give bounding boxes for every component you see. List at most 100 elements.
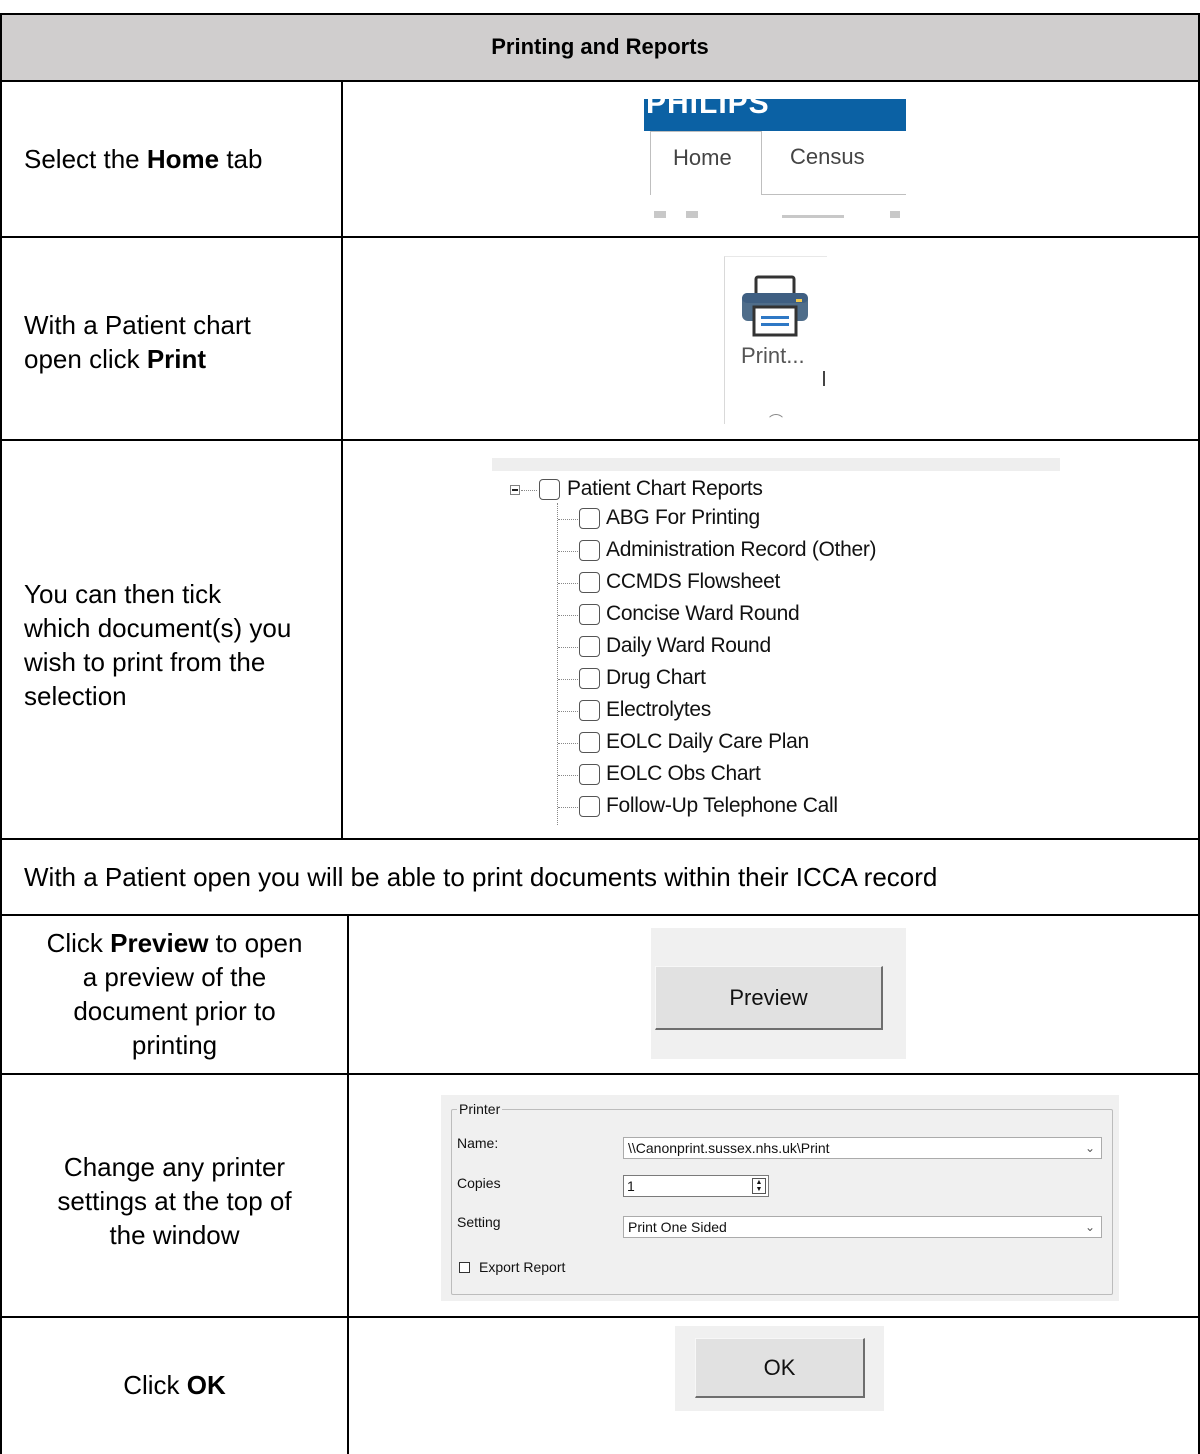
root-checkbox[interactable] [539, 479, 560, 500]
text-line: the window [109, 1220, 240, 1250]
report-item-label: Drug Chart [606, 666, 706, 689]
cursor-mark [823, 371, 825, 386]
report-checkbox[interactable] [579, 668, 600, 689]
name-label: Name: [457, 1135, 499, 1151]
report-checkbox[interactable] [579, 700, 600, 721]
step-printer-text: Change any printer settings at the top o… [2, 1150, 347, 1252]
ribbon-fragment [782, 215, 844, 218]
step-ok-text: Click OK [2, 1368, 347, 1402]
tab-baseline [762, 194, 906, 195]
report-item-label: Administration Record (Other) [606, 538, 877, 561]
tab-home-label: Home [673, 145, 732, 170]
page-title: Printing and Reports [491, 34, 709, 59]
copies-stepper[interactable]: 1 ▲ ▼ [623, 1175, 769, 1197]
brand-logo: PHILIPS [646, 99, 770, 120]
text-line: document prior to [73, 996, 276, 1026]
report-item-label: Daily Ward Round [606, 634, 771, 657]
text-line: With a Patient chart [24, 310, 251, 340]
tree-connector [558, 647, 578, 648]
chevron-down-icon: ⌄ [1084, 1141, 1095, 1155]
tree-connector [558, 583, 578, 584]
divider [0, 439, 1200, 441]
report-checkbox[interactable] [579, 796, 600, 817]
divider [0, 914, 1200, 916]
spin-arrows-icon[interactable]: ▲ ▼ [752, 1178, 766, 1194]
text-line: a preview of the [82, 962, 267, 992]
preview-button[interactable]: Preview [655, 966, 883, 1030]
tree-connector [521, 490, 537, 491]
ribbon-fragment [686, 211, 698, 218]
step-home-tab-text: Select the Home tab [24, 142, 262, 176]
bold-text: Preview [110, 928, 209, 958]
tree-connector [558, 807, 578, 808]
report-item-label: Concise Ward Round [606, 602, 800, 625]
text: open click [24, 344, 147, 374]
divider [0, 838, 1200, 840]
ok-button[interactable]: OK [695, 1338, 865, 1398]
text-line: You can then tick [24, 579, 222, 609]
tree-root-label: Patient Chart Reports [567, 477, 763, 500]
report-checkbox[interactable] [579, 732, 600, 753]
ribbon-fragment [654, 211, 666, 218]
divider [0, 80, 1200, 82]
collapse-icon[interactable] [510, 485, 520, 495]
report-checkbox[interactable] [579, 540, 600, 561]
printer-name-select[interactable]: \\Canonprint.sussex.nhs.uk\Print ⌄ [623, 1137, 1102, 1159]
copies-label: Copies [457, 1175, 501, 1191]
setting-select[interactable]: Print One Sided ⌄ [623, 1216, 1102, 1238]
report-item-label: CCMDS Flowsheet [606, 570, 781, 593]
printer-icon [742, 275, 808, 337]
brand-bar: PHILIPS [644, 99, 906, 131]
tree-connector [558, 519, 578, 520]
tab-census-label: Census [790, 144, 865, 169]
tree-connector [558, 711, 578, 712]
report-checkbox[interactable] [579, 764, 600, 785]
tree-connector [558, 551, 578, 552]
step-print-text: With a Patient chart open click Print [24, 308, 251, 376]
report-item-label: EOLC Obs Chart [606, 762, 761, 785]
printer-group-title: Printer [457, 1101, 503, 1117]
info-text: With a Patient open you will be able to … [24, 862, 938, 892]
step-tick-text: You can then tick which document(s) you … [24, 577, 291, 713]
text: Click [46, 928, 111, 958]
text-line: open click Print [24, 342, 251, 376]
tree-connector [558, 775, 578, 776]
report-item-label: Electrolytes [606, 698, 711, 721]
text-line: wish to print from the [24, 647, 266, 677]
text: Click [123, 1370, 187, 1400]
divider [0, 1073, 1200, 1075]
export-report-checkbox[interactable] [459, 1262, 470, 1273]
divider [347, 914, 349, 1454]
text-line: printing [131, 1030, 218, 1060]
setting-label: Setting [457, 1214, 501, 1230]
bold-text: Home [146, 144, 220, 174]
report-item-label: Follow-Up Telephone Call [606, 794, 838, 817]
bold-text: Print [146, 344, 207, 374]
chevron-down-icon: ⌄ [1084, 1220, 1095, 1234]
tree-top-bar [492, 458, 1060, 471]
copies-value: 1 [627, 1178, 635, 1194]
tree-connector [558, 615, 578, 616]
text: tab [219, 144, 263, 174]
report-tree-screenshot: Patient Chart Reports ABG For Printing Ad… [492, 458, 1060, 826]
text-line: Click Preview to open [2, 926, 347, 960]
export-report-label: Export Report [479, 1259, 566, 1275]
report-checkbox[interactable] [579, 508, 600, 529]
report-checkbox[interactable] [579, 636, 600, 657]
divider [341, 80, 343, 839]
divider [0, 13, 1200, 15]
divider [0, 1316, 1200, 1318]
report-checkbox[interactable] [579, 604, 600, 625]
text-line: Change any printer [63, 1152, 286, 1182]
print-button-screenshot[interactable]: Print... ⌒ [724, 256, 827, 429]
print-button-label: Print... [741, 343, 805, 368]
text: Select the [24, 144, 147, 174]
ok-screenshot: OK [675, 1326, 884, 1411]
report-checkbox[interactable] [579, 572, 600, 593]
tab-home[interactable]: Home [650, 131, 762, 195]
preview-screenshot: Preview [651, 928, 906, 1059]
tree-connector [558, 679, 578, 680]
text: to open [208, 928, 303, 958]
text-line: settings at the top of [57, 1186, 292, 1216]
ribbon-fragment: ⌒ [769, 413, 783, 429]
